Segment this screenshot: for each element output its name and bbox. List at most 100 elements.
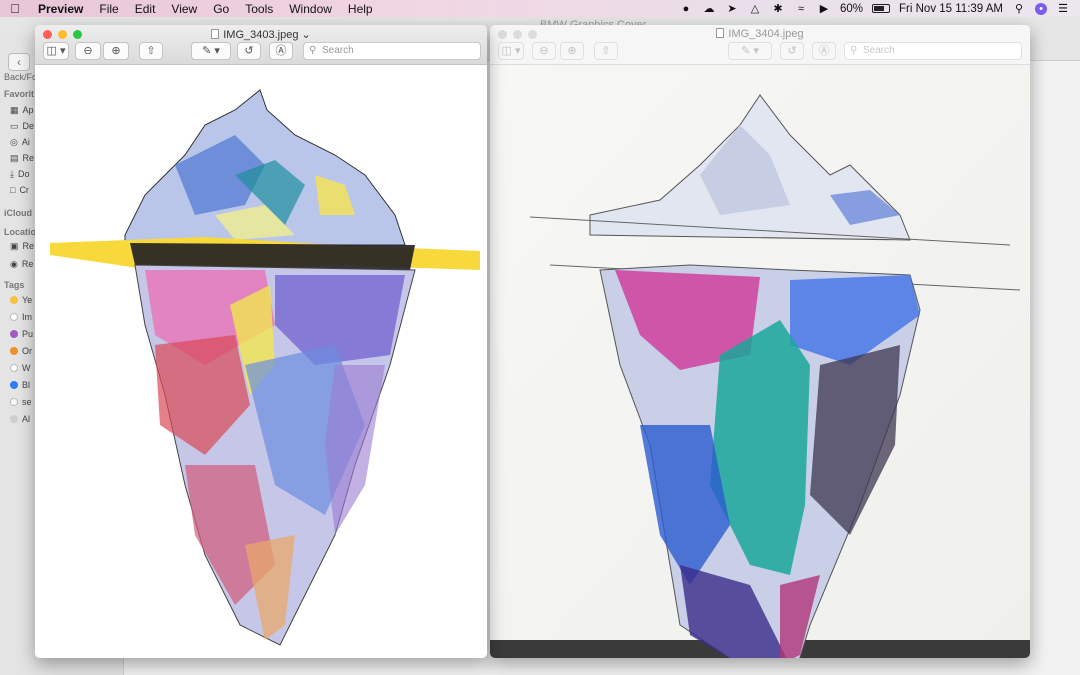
sidebar-item-label: Cr	[19, 185, 29, 195]
sidebar-item-downloads[interactable]: ⤓ Do	[10, 167, 30, 181]
sidebar-tag[interactable]: Im	[10, 310, 32, 324]
search-placeholder: Search	[863, 45, 895, 56]
zoom-in-button[interactable]: ⊕	[103, 42, 129, 60]
window-title-text: IMG_3403.jpeg	[223, 29, 299, 41]
sidebar-item-applications[interactable]: ▦ Ap	[10, 103, 34, 117]
sidebar-item-location-1[interactable]: ▣ Re	[10, 239, 34, 253]
menu-window[interactable]: Window	[281, 2, 340, 16]
sidebar-tag[interactable]: se	[10, 395, 32, 409]
preview-window-right: IMG_3404.jpeg ◫ ▾ ⊖ ⊕ ⇧ ✎ ▾ ↺ Ⓐ ⚲ Search	[490, 25, 1030, 658]
share-button[interactable]: ⇧	[139, 42, 163, 60]
markup-toolbar-button[interactable]: Ⓐ	[812, 42, 836, 60]
sidebar-item-label: De	[22, 121, 35, 131]
tag-dot-icon	[10, 364, 18, 372]
iceberg-painting-right	[490, 65, 1030, 658]
document-icon	[211, 29, 220, 39]
document-icon	[716, 28, 725, 38]
status-area: ● ☁ ➤ △ ✱ ≈ ▶ 60% Fri Nov 15 11:39 AM ⚲ …	[679, 0, 1080, 17]
rotate-button[interactable]: ↺	[780, 42, 804, 60]
tag-label: se	[22, 397, 32, 407]
sidebar-item-label: Ap	[22, 105, 34, 115]
sidebar-tag[interactable]: Or	[10, 344, 32, 358]
tag-label: Bl	[22, 380, 31, 390]
back-label: Back/Fo	[4, 72, 38, 82]
zoom-out-button[interactable]: ⊖	[75, 42, 101, 60]
sidebar-tag[interactable]: Pu	[10, 327, 33, 341]
zoom-out-button[interactable]: ⊖	[532, 42, 556, 60]
applications-icon: ▦	[10, 104, 19, 115]
tag-dot-icon	[10, 347, 18, 355]
downloads-icon: ⤓	[10, 168, 14, 179]
image-canvas	[35, 65, 487, 658]
search-input[interactable]: ⚲ Search	[303, 42, 481, 60]
preview-window-left: IMG_3403.jpeg ⌄ ◫ ▾ ⊖ ⊕ ⇧ ✎ ▾ ↺ Ⓐ ⚲ Searc…	[35, 25, 487, 658]
volume-icon[interactable]: ▶	[817, 3, 831, 15]
chevron-down-icon[interactable]: ⌄	[302, 29, 311, 41]
search-icon: ⚲	[309, 45, 317, 56]
menu-tools[interactable]: Tools	[237, 2, 281, 16]
zoom-in-button[interactable]: ⊕	[560, 42, 584, 60]
battery-percent[interactable]: 60%	[840, 3, 863, 15]
sidebar-tag[interactable]: Bl	[10, 378, 30, 392]
menu-go[interactable]: Go	[205, 2, 237, 16]
rotate-button[interactable]: ↺	[237, 42, 261, 60]
sidebar-item-airdrop[interactable]: ◎ Ai	[10, 135, 30, 149]
iceberg-painting-left	[35, 65, 487, 658]
search-icon: ⚲	[850, 45, 858, 56]
tag-label: Al	[22, 414, 31, 424]
sidebar-item-location-2[interactable]: ◉ Re	[10, 257, 33, 271]
creative-cloud-icon[interactable]: ●	[679, 3, 693, 15]
spotlight-search-icon[interactable]: ⚲	[1012, 3, 1026, 15]
tag-label: Ye	[22, 295, 33, 305]
bluetooth-icon[interactable]: ✱	[771, 3, 785, 15]
airplay-icon[interactable]: △	[748, 3, 762, 15]
menu-edit[interactable]: Edit	[127, 2, 164, 16]
sidebar-tag[interactable]: W	[10, 361, 31, 375]
tag-dot-icon	[10, 398, 18, 406]
menu-file[interactable]: File	[91, 2, 126, 16]
disc-icon: ◉	[10, 258, 18, 269]
tag-dot-icon	[10, 415, 18, 423]
image-canvas	[490, 65, 1030, 658]
menu-clock[interactable]: Fri Nov 15 11:39 AM	[899, 3, 1003, 15]
siri-icon[interactable]: •	[1035, 2, 1047, 15]
sidebar-tag[interactable]: Ye	[10, 293, 32, 307]
sidebar-tag[interactable]: Al	[10, 412, 30, 426]
sidebar-toggle-button[interactable]: ◫ ▾	[498, 42, 524, 60]
back-button[interactable]: ‹	[8, 53, 30, 71]
menu-app-name[interactable]: Preview	[30, 2, 91, 16]
search-input[interactable]: ⚲ Search	[844, 42, 1022, 60]
wifi-icon[interactable]: ≈	[794, 3, 808, 15]
search-placeholder: Search	[322, 45, 354, 56]
recents-icon: ▤	[10, 152, 19, 163]
folder-icon: □	[10, 185, 16, 195]
toolbar: ◫ ▾ ⊖ ⊕ ⇧ ✎ ▾ ↺ Ⓐ ⚲ Search	[490, 41, 1030, 61]
toolbar: ◫ ▾ ⊖ ⊕ ⇧ ✎ ▾ ↺ Ⓐ ⚲ Search	[35, 41, 487, 61]
location-icon[interactable]: ➤	[725, 3, 739, 15]
share-button[interactable]: ⇧	[594, 42, 618, 60]
battery-icon[interactable]	[872, 4, 891, 13]
markup-pen-button[interactable]: ✎ ▾	[191, 42, 231, 60]
sidebar-item-desktop[interactable]: ▭ De	[10, 119, 34, 133]
tag-dot-icon	[10, 381, 18, 389]
tag-label: W	[22, 363, 31, 373]
sidebar-item-creative-cloud[interactable]: □ Cr	[10, 183, 29, 197]
apple-logo-icon[interactable]: 	[0, 1, 30, 16]
titlebar: IMG_3403.jpeg ⌄ ◫ ▾ ⊖ ⊕ ⇧ ✎ ▾ ↺ Ⓐ ⚲ Searc…	[35, 25, 487, 65]
markup-toolbar-button[interactable]: Ⓐ	[269, 42, 293, 60]
tag-label: Im	[22, 312, 32, 322]
cloud-icon[interactable]: ☁	[702, 3, 716, 15]
tag-label: Or	[22, 346, 32, 356]
titlebar: IMG_3404.jpeg ◫ ▾ ⊖ ⊕ ⇧ ✎ ▾ ↺ Ⓐ ⚲ Search	[490, 25, 1030, 65]
sidebar-item-recents[interactable]: ▤ Re	[10, 151, 34, 165]
sidebar-section-icloud: iCloud	[4, 208, 32, 218]
window-title: IMG_3404.jpeg	[490, 28, 1030, 40]
markup-pen-button[interactable]: ✎ ▾	[728, 42, 772, 60]
drive-icon: ▣	[10, 240, 19, 251]
window-title[interactable]: IMG_3403.jpeg ⌄	[35, 28, 487, 41]
tag-label: Pu	[22, 329, 34, 339]
menu-help[interactable]: Help	[340, 2, 381, 16]
sidebar-toggle-button[interactable]: ◫ ▾	[43, 42, 69, 60]
menu-view[interactable]: View	[163, 2, 205, 16]
notification-center-icon[interactable]: ☰	[1056, 3, 1070, 15]
